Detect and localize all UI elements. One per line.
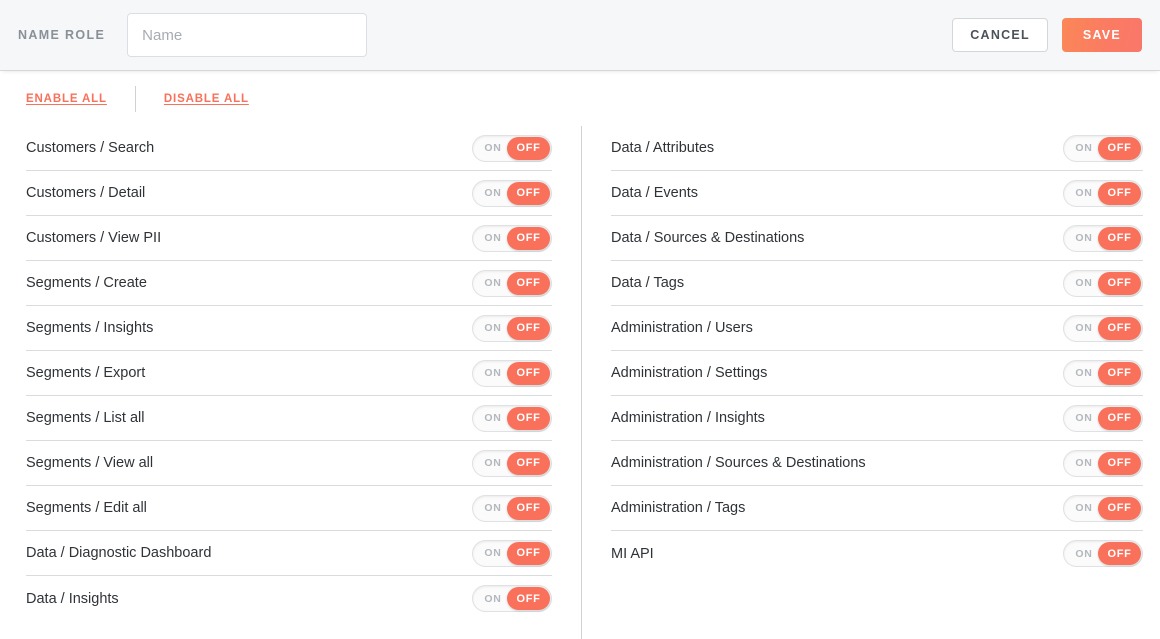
toggle-knob[interactable]: OFF <box>507 406 550 430</box>
permission-row: Customers / Detail ON OFF <box>26 171 552 216</box>
permission-row: Administration / Settings ON OFF <box>611 351 1143 396</box>
permission-label: Segments / View all <box>26 455 154 471</box>
toggle-knob[interactable]: OFF <box>507 587 550 610</box>
permission-label: Segments / List all <box>26 410 145 426</box>
permission-row: Segments / View all ON OFF <box>26 441 552 486</box>
cancel-button[interactable]: CANCEL <box>952 18 1048 52</box>
permission-label: Administration / Tags <box>611 500 746 516</box>
permissions-column-left: Customers / Search ON OFF Customers / Detai… <box>0 126 581 639</box>
permission-label: Administration / Sources & Destinations <box>611 455 866 471</box>
permission-toggle[interactable]: ON OFF <box>472 539 552 567</box>
permission-row: Data / Sources & Destinations ON OFF <box>611 216 1143 261</box>
permission-label: Data / Diagnostic Dashboard <box>26 545 212 561</box>
permission-row: Segments / Insights ON OFF <box>26 306 552 351</box>
toggle-knob[interactable]: OFF <box>507 541 550 565</box>
permission-label: Data / Tags <box>611 275 685 291</box>
permission-row: Data / Insights ON OFF <box>26 576 552 621</box>
toggle-knob[interactable]: OFF <box>1098 316 1141 340</box>
permission-row: Segments / Edit all ON OFF <box>26 486 552 531</box>
permission-row: Data / Events ON OFF <box>611 171 1143 216</box>
permission-toggle[interactable]: ON OFF <box>472 359 552 387</box>
toggle-knob[interactable]: OFF <box>507 136 550 160</box>
toggle-knob[interactable]: OFF <box>1098 226 1141 250</box>
permission-row: Data / Tags ON OFF <box>611 261 1143 306</box>
role-name-input[interactable] <box>127 13 368 57</box>
permission-toggle[interactable]: ON OFF <box>1063 224 1143 252</box>
permissions-grid: Customers / Search ON OFF Customers / Detai… <box>0 126 1160 639</box>
permission-label: Customers / View PII <box>26 230 162 246</box>
permission-toggle[interactable]: ON OFF <box>1063 494 1143 522</box>
permission-toggle[interactable]: ON OFF <box>472 224 552 252</box>
permission-toggle[interactable]: ON OFF <box>472 269 552 297</box>
permission-label: Segments / Insights <box>26 320 154 336</box>
permission-row: Administration / Insights ON OFF <box>611 396 1143 441</box>
permission-toggle[interactable]: ON OFF <box>1063 314 1143 342</box>
permission-toggle[interactable]: ON OFF <box>472 585 552 612</box>
permission-row: Segments / Create ON OFF <box>26 261 552 306</box>
toggle-knob[interactable]: OFF <box>1098 361 1141 385</box>
permission-row: Data / Diagnostic Dashboard ON OFF <box>26 531 552 576</box>
permission-label: Administration / Settings <box>611 365 768 381</box>
permissions-column-right: Data / Attributes ON OFF Data / Events ON OFF… <box>581 126 1160 639</box>
permission-row: Administration / Users ON OFF <box>611 306 1143 351</box>
permission-label: MI API <box>611 545 654 562</box>
permission-row: Segments / Export ON OFF <box>26 351 552 396</box>
permission-label: Segments / Edit all <box>26 500 147 516</box>
disable-all-link[interactable]: DISABLE ALL <box>164 93 249 105</box>
toggle-knob[interactable]: OFF <box>1098 136 1141 160</box>
toggle-knob[interactable]: OFF <box>507 361 550 385</box>
toggle-knob[interactable]: OFF <box>1098 181 1141 205</box>
permission-label: Segments / Create <box>26 275 147 291</box>
permission-row: Administration / Sources & Destinations O… <box>611 441 1143 486</box>
header-actions: CANCEL SAVE <box>952 18 1142 52</box>
toggle-knob[interactable]: OFF <box>1098 271 1141 295</box>
save-button[interactable]: SAVE <box>1061 18 1142 52</box>
toggle-knob[interactable]: OFF <box>1098 406 1141 430</box>
permission-label: Administration / Users <box>611 320 753 336</box>
toggle-knob[interactable]: OFF <box>507 181 550 205</box>
permission-label: Data / Insights <box>26 590 119 607</box>
permission-label: Data / Sources & Destinations <box>611 230 805 246</box>
permission-toggle[interactable]: ON OFF <box>472 314 552 342</box>
permission-toggle[interactable]: ON OFF <box>1063 134 1143 162</box>
toggle-knob[interactable]: OFF <box>507 316 550 340</box>
permission-toggle[interactable]: ON OFF <box>1063 540 1143 567</box>
permission-toggle[interactable]: ON OFF <box>472 449 552 477</box>
toggle-knob[interactable]: OFF <box>1098 496 1141 520</box>
permission-row: Customers / View PII ON OFF <box>26 216 552 261</box>
bulk-actions-divider <box>134 85 136 112</box>
toggle-knob[interactable]: OFF <box>507 496 550 520</box>
toggle-knob[interactable]: OFF <box>1098 451 1141 475</box>
permission-label: Data / Events <box>611 185 699 201</box>
name-role-label: NAME ROLE <box>18 28 106 42</box>
permission-toggle[interactable]: ON OFF <box>1063 449 1143 477</box>
page-header: NAME ROLE CANCEL SAVE <box>0 0 1160 71</box>
permission-toggle[interactable]: ON OFF <box>1063 404 1143 432</box>
bulk-actions-bar: ENABLE ALL DISABLE ALL <box>0 71 1160 126</box>
permission-toggle[interactable]: ON OFF <box>1063 269 1143 297</box>
toggle-knob[interactable]: OFF <box>507 226 550 250</box>
enable-all-link[interactable]: ENABLE ALL <box>26 93 107 105</box>
toggle-knob[interactable]: OFF <box>507 451 550 475</box>
permission-row: MI API ON OFF <box>611 531 1143 576</box>
permission-toggle[interactable]: ON OFF <box>1063 359 1143 387</box>
permission-toggle[interactable]: ON OFF <box>472 404 552 432</box>
permission-row: Administration / Tags ON OFF <box>611 486 1143 531</box>
permission-toggle[interactable]: ON OFF <box>472 134 552 162</box>
permission-row: Customers / Search ON OFF <box>26 126 552 171</box>
permission-label: Segments / Export <box>26 365 146 381</box>
permission-toggle[interactable]: ON OFF <box>1063 179 1143 207</box>
permission-label: Customers / Detail <box>26 185 146 201</box>
permission-label: Customers / Search <box>26 140 155 156</box>
permission-label: Administration / Insights <box>611 410 765 426</box>
permission-toggle[interactable]: ON OFF <box>472 179 552 207</box>
permission-row: Segments / List all ON OFF <box>26 396 552 441</box>
toggle-knob[interactable]: OFF <box>1098 542 1141 565</box>
permission-toggle[interactable]: ON OFF <box>472 494 552 522</box>
toggle-knob[interactable]: OFF <box>507 271 550 295</box>
permission-row: Data / Attributes ON OFF <box>611 126 1143 171</box>
permission-label: Data / Attributes <box>611 140 715 156</box>
